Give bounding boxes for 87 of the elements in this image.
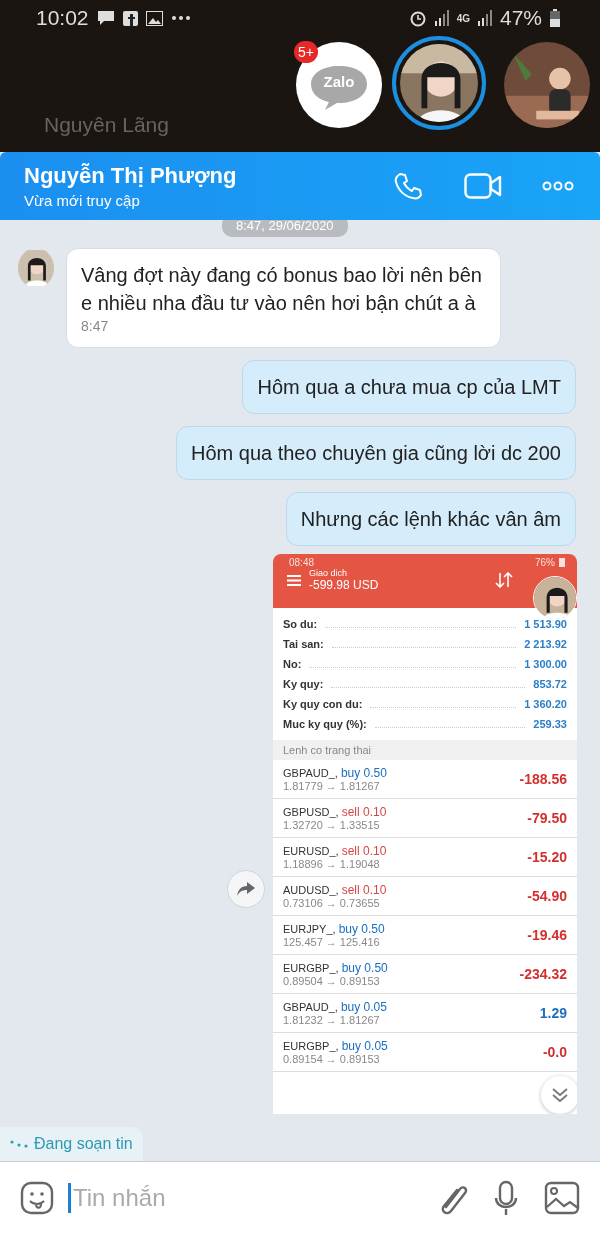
unread-badge: 5+ bbox=[294, 41, 318, 63]
chat-notification-icon bbox=[96, 10, 115, 26]
account-value: 853.72 bbox=[533, 678, 567, 690]
order-profit: -234.32 bbox=[519, 966, 567, 982]
status-time: 10:02 bbox=[36, 6, 89, 30]
account-value: 2 213.92 bbox=[524, 638, 567, 650]
order-title: EURGBP_, buy 0.05 bbox=[283, 1039, 389, 1053]
order-row[interactable]: GBPAUD_, buy 0.05 1.81232 → 1.81267 1.29 bbox=[273, 994, 577, 1033]
account-label: No: bbox=[283, 658, 302, 670]
order-prices: 1.18896 → 1.19048 bbox=[283, 858, 381, 870]
order-title: EURGBP_, buy 0.50 bbox=[283, 961, 389, 975]
shared-screenshot[interactable] bbox=[273, 554, 577, 1114]
account-value: 1 513.90 bbox=[524, 618, 567, 630]
battery-icon bbox=[559, 558, 565, 567]
signal-icon bbox=[477, 10, 492, 26]
order-row[interactable]: EURGBP_, buy 0.50 0.89504 → 0.89153 -234.32 bbox=[273, 955, 577, 994]
section-heading: Lenh co trang thai bbox=[273, 740, 577, 760]
account-value: 259.33 bbox=[533, 718, 567, 730]
order-prices: 0.89154 → 0.89153 bbox=[283, 1053, 381, 1065]
order-profit: -0.0 bbox=[542, 1044, 567, 1060]
account-value: 1 360.20 bbox=[524, 698, 567, 710]
screen-title: Giao dich bbox=[309, 568, 349, 578]
order-prices: 1.32720 → 1.33515 bbox=[283, 819, 381, 831]
order-profit: 1.29 bbox=[539, 1005, 567, 1021]
alarm-icon bbox=[408, 9, 427, 27]
message-text: Vâng đợt này đang có bonus bao lời nên bên e nhiều nha đầu tư vào nên hơi bận chút a à bbox=[81, 263, 483, 316]
active-chat-head[interactable] bbox=[392, 36, 486, 130]
balance: -599.98 USD bbox=[309, 578, 380, 592]
microphone-icon[interactable] bbox=[494, 1179, 518, 1216]
order-title: EURJPY_, buy 0.50 bbox=[283, 922, 386, 936]
more-icon[interactable] bbox=[542, 181, 574, 191]
forward-button[interactable] bbox=[227, 870, 265, 908]
typing-indicator: Đang soạn tin bbox=[0, 1127, 143, 1161]
more-icon bbox=[170, 15, 191, 21]
online-status: Vừa mới truy cập bbox=[24, 192, 141, 209]
message-text: Nhưng các lệnh khác vân âm bbox=[300, 508, 561, 530]
order-row[interactable]: EURGBP_, buy 0.05 0.89154 → 0.89153 -0.0 bbox=[273, 1033, 577, 1072]
order-profit: -54.90 bbox=[527, 888, 567, 904]
account-label: Ky quy con du: bbox=[283, 698, 363, 710]
order-row[interactable]: EURUSD_, sell 0.10 1.18896 → 1.19048 -15.20 bbox=[273, 838, 577, 877]
battery-percent: 76% bbox=[535, 557, 555, 568]
battery-percent: 47% bbox=[499, 6, 542, 30]
order-row[interactable]: GBPAUD_, buy 0.50 1.81779 → 1.81267 -188.56 bbox=[273, 760, 577, 799]
phone-icon[interactable] bbox=[394, 171, 424, 201]
status-time: 08:48 bbox=[289, 557, 315, 568]
message-text: Hôm qua theo chuyên gia cũng lời dc 200 bbox=[190, 442, 561, 464]
battery-icon bbox=[550, 9, 560, 27]
order-profit: -19.46 bbox=[527, 927, 567, 943]
order-row[interactable]: GBPUSD_, sell 0.10 1.32720 → 1.33515 -79.50 bbox=[273, 799, 577, 838]
order-title: AUDUSD_, sell 0.10 bbox=[283, 883, 388, 897]
account-label: Ky quy: bbox=[283, 678, 324, 690]
account-label: So du: bbox=[283, 618, 318, 630]
scroll-down-button[interactable] bbox=[541, 1076, 577, 1114]
order-title: GBPAUD_, buy 0.05 bbox=[283, 1000, 388, 1014]
account-label: Muc ky quy (%): bbox=[283, 718, 367, 730]
app-notification-icon bbox=[122, 10, 138, 26]
video-camera-icon[interactable] bbox=[464, 173, 502, 199]
order-row[interactable]: EURJPY_, buy 0.50 125.457 → 125.416 -19.46 bbox=[273, 916, 577, 955]
chat-head-button[interactable]: Zalo 5+ bbox=[296, 42, 382, 128]
signal-icon bbox=[434, 10, 449, 26]
emoji-icon[interactable] bbox=[20, 1180, 54, 1215]
order-profit: -15.20 bbox=[527, 849, 567, 865]
order-prices: 1.81232 → 1.81267 bbox=[283, 1014, 381, 1026]
contact-name: Nguyên Lãng bbox=[44, 113, 169, 137]
sort-icon bbox=[495, 572, 513, 588]
image-notification-icon bbox=[145, 10, 163, 26]
order-prices: 1.81779 → 1.81267 bbox=[283, 780, 381, 792]
order-prices: 125.457 → 125.416 bbox=[283, 936, 381, 948]
order-profit: -79.50 bbox=[527, 810, 567, 826]
account-label: Tai san: bbox=[283, 638, 324, 650]
share-icon bbox=[237, 882, 255, 896]
order-profit: -188.56 bbox=[519, 771, 567, 787]
account-value: 1 300.00 bbox=[524, 658, 567, 670]
order-prices: 0.73106 → 0.73655 bbox=[283, 897, 381, 909]
typing-dots-icon bbox=[10, 1140, 28, 1148]
app-label: Zalo bbox=[323, 72, 355, 90]
double-chevron-down-icon bbox=[551, 1087, 569, 1103]
order-title: GBPUSD_, sell 0.10 bbox=[283, 805, 388, 819]
order-title: GBPAUD_, buy 0.50 bbox=[283, 766, 388, 780]
menu-icon bbox=[287, 574, 301, 586]
message-time: 8:47 bbox=[81, 317, 110, 335]
message-text: Hôm qua a chưa mua cp của LMT bbox=[257, 376, 561, 398]
order-title: EURUSD_, sell 0.10 bbox=[283, 844, 388, 858]
order-prices: 0.89504 → 0.89153 bbox=[283, 975, 381, 987]
image-icon[interactable] bbox=[544, 1180, 580, 1215]
network-type: 4G bbox=[456, 12, 470, 24]
order-row[interactable]: AUDUSD_, sell 0.10 0.73106 → 0.73655 -54.90 bbox=[273, 877, 577, 916]
